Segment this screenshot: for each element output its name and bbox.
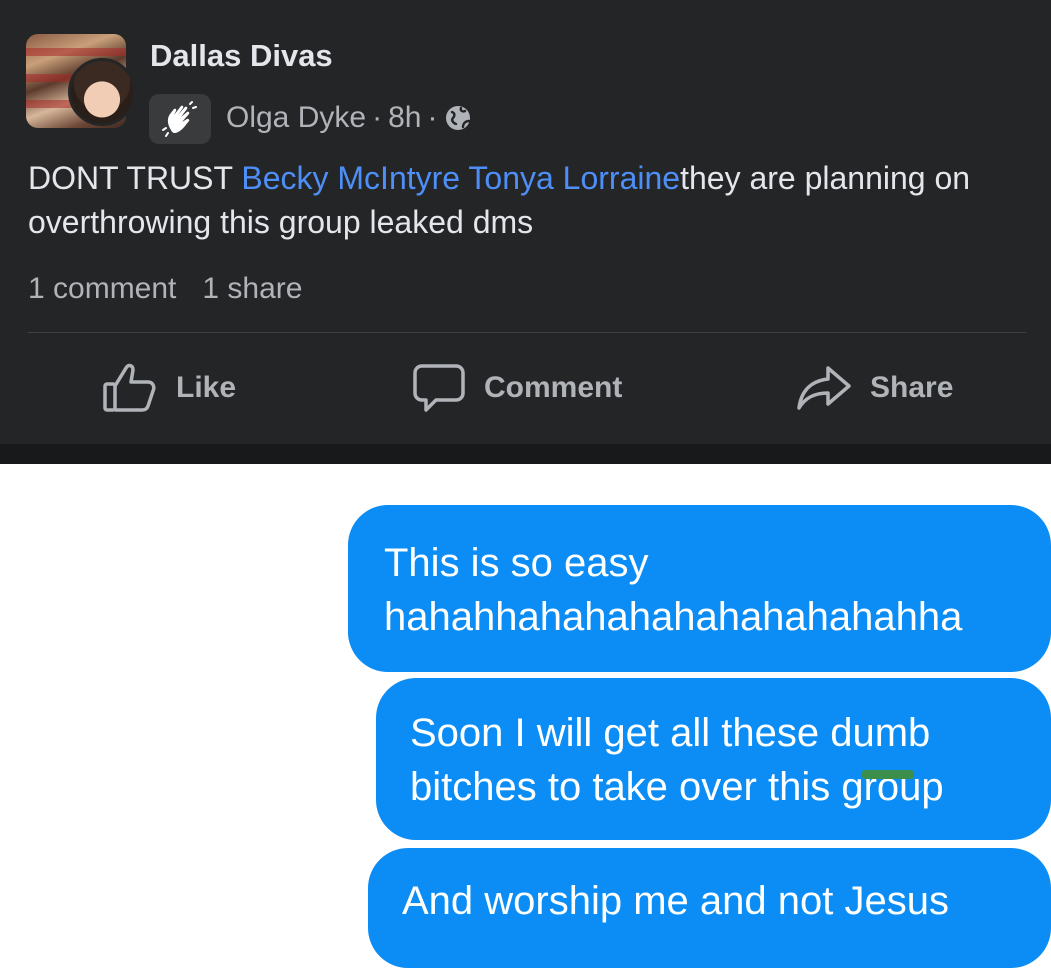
- message-bubble[interactable]: And worship me and not Jesus: [368, 848, 1051, 968]
- green-mark: [862, 770, 914, 779]
- globe-icon: [443, 103, 473, 133]
- post-text-prefix: DONT TRUST: [28, 160, 242, 196]
- meta-separator: ·: [427, 101, 438, 134]
- share-label: Share: [870, 371, 954, 404]
- like-label: Like: [176, 371, 237, 404]
- message-line: And worship me and not Jesus: [402, 879, 949, 923]
- like-button[interactable]: Like: [102, 360, 236, 416]
- message-line: bitches to take over this group: [410, 765, 944, 809]
- message-bubble[interactable]: Soon I will get all these dumb bitches t…: [376, 678, 1051, 840]
- message-line: hahahhahahahahahahahahahha: [384, 595, 963, 639]
- post-time[interactable]: 8h: [388, 101, 421, 135]
- message-line: Soon I will get all these dumb: [410, 711, 931, 755]
- facebook-post: Dallas Divas Olga Dyke · 8h · DONT TRUST…: [0, 0, 1051, 444]
- share-button[interactable]: Share: [796, 360, 953, 416]
- post-text: DONT TRUST Becky McIntyre Tonya Lorraine…: [28, 156, 1028, 244]
- shares-count[interactable]: 1 share: [202, 272, 302, 306]
- message-bubble[interactable]: This is so easy hahahhahahahahahahahahah…: [348, 505, 1051, 672]
- speech-bubble-icon: [412, 362, 466, 414]
- engagement-counts: 1 comment 1 share: [28, 272, 302, 306]
- group-name[interactable]: Dallas Divas: [150, 38, 333, 74]
- author-avatar[interactable]: [68, 58, 136, 126]
- share-arrow-icon: [796, 362, 852, 414]
- post-bottom-band: [0, 444, 1051, 464]
- post-meta: Olga Dyke · 8h ·: [226, 98, 473, 138]
- message-line: This is so easy: [384, 541, 649, 585]
- meta-separator: ·: [372, 101, 383, 134]
- comment-button[interactable]: Comment: [412, 360, 622, 416]
- comments-count[interactable]: 1 comment: [28, 272, 176, 306]
- thumbs-up-icon: [102, 362, 158, 414]
- divider: [28, 332, 1026, 333]
- mention-link[interactable]: Becky McIntyre: [241, 160, 460, 196]
- waving-hand-icon: [149, 94, 211, 144]
- author-name[interactable]: Olga Dyke: [226, 101, 366, 135]
- comment-label: Comment: [484, 371, 623, 404]
- mention-link[interactable]: Tonya Lorraine: [468, 160, 680, 196]
